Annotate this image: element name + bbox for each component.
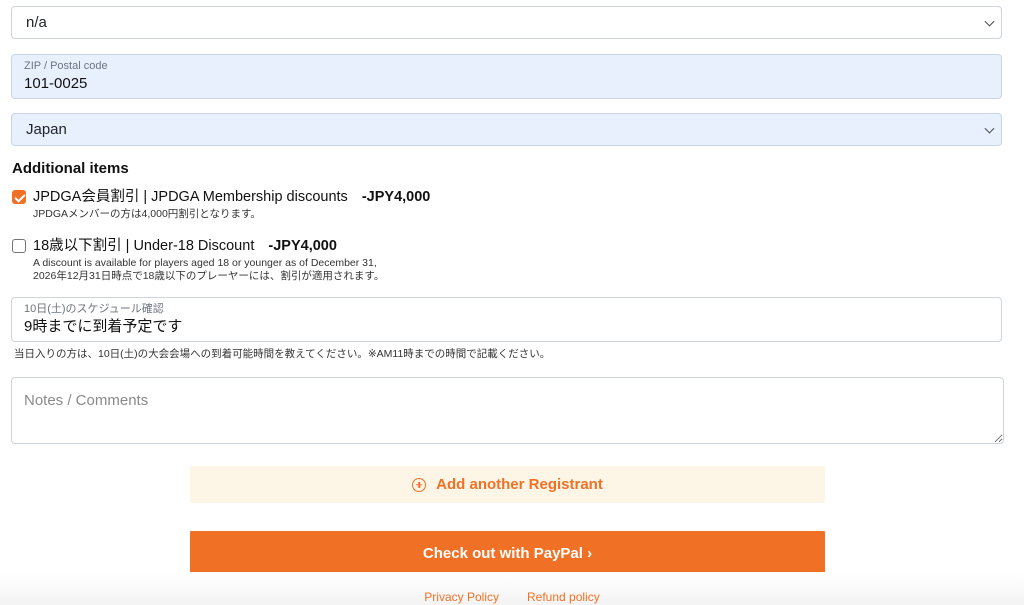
country-select-value: Japan <box>26 121 67 138</box>
notes-textarea[interactable] <box>11 377 1004 444</box>
schedule-field[interactable]: 10日(土)のスケジュール確認 9時までに到着予定です <box>11 297 1002 342</box>
membership-discount-price: -JPY4,000 <box>361 189 431 205</box>
under18-discount-title: 18歳以下割引 | Under-18 Discount <box>33 238 255 254</box>
under18-discount-desc-line-1: A discount is available for players aged… <box>33 257 377 269</box>
state-select-value: n/a <box>26 14 47 31</box>
membership-discount-title: JPDGA会員割引 | JPDGA Membership discounts <box>33 189 348 205</box>
chevron-down-icon <box>984 123 995 134</box>
under18-discount-checkbox[interactable] <box>12 239 26 253</box>
footer-links: Privacy Policy Refund policy <box>0 590 1024 604</box>
under18-discount-desc-line-2: 2026年12月31日時点で18歳以下のプレーヤーには、割引が適用されます。 <box>33 270 385 282</box>
membership-discount-checkbox[interactable] <box>12 190 26 204</box>
refund-policy-link[interactable]: Refund policy <box>527 590 600 604</box>
schedule-field-label: 10日(土)のスケジュール確認 <box>24 303 164 315</box>
zip-field-label: ZIP / Postal code <box>24 60 108 72</box>
membership-discount-option[interactable]: JPDGA会員割引 | JPDGA Membership discounts -… <box>12 186 430 221</box>
add-registrant-label: Add another Registrant <box>436 476 603 493</box>
checkout-paypal-button[interactable]: Check out with PayPal › <box>190 531 825 576</box>
schedule-field-value: 9時までに到着予定です <box>24 318 183 335</box>
under18-discount-option[interactable]: 18歳以下割引 | Under-18 Discount -JPY4,000 A … <box>12 235 384 283</box>
zip-field-value: 101-0025 <box>24 75 88 92</box>
membership-discount-desc: JPDGAメンバーの方は4,000円割引となります。 <box>33 208 261 220</box>
state-select[interactable]: n/a <box>11 6 1002 39</box>
registration-form-page: n/a ZIP / Postal code 101-0025 Japan Add… <box>0 0 1024 605</box>
zip-field[interactable]: ZIP / Postal code 101-0025 <box>11 54 1002 99</box>
add-registrant-button[interactable]: Add another Registrant <box>190 466 825 503</box>
plus-circle-icon <box>412 477 427 492</box>
schedule-help-text: 当日入りの方は、10日(土)の大会会場への到着可能時間を教えてください。※AM1… <box>14 348 551 360</box>
chevron-down-icon <box>984 16 995 27</box>
under18-discount-price: -JPY4,000 <box>268 238 337 254</box>
additional-items-title: Additional items <box>12 160 129 177</box>
country-select[interactable]: Japan <box>11 113 1002 146</box>
privacy-policy-link[interactable]: Privacy Policy <box>424 590 499 604</box>
